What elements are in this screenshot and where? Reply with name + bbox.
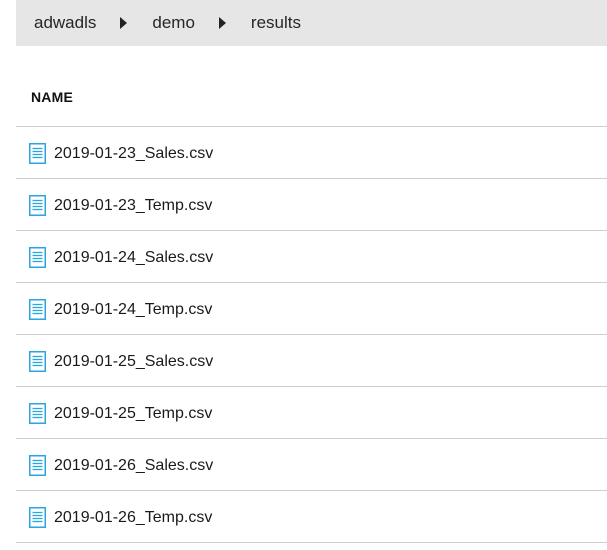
file-name[interactable]: 2019-01-24_Sales.csv bbox=[54, 249, 213, 267]
breadcrumb-item-results[interactable]: results bbox=[251, 13, 301, 33]
file-name[interactable]: 2019-01-25_Temp.csv bbox=[54, 405, 212, 423]
table-row[interactable]: 2019-01-26_Sales.csv bbox=[16, 439, 607, 491]
table-header: NAME bbox=[16, 70, 607, 127]
chevron-right-icon bbox=[218, 17, 226, 29]
file-text-icon bbox=[29, 299, 46, 320]
file-name[interactable]: 2019-01-26_Temp.csv bbox=[54, 509, 212, 527]
file-text-icon bbox=[29, 455, 46, 476]
table-row[interactable]: 2019-01-25_Sales.csv bbox=[16, 335, 607, 387]
file-name[interactable]: 2019-01-23_Temp.csv bbox=[54, 197, 212, 215]
file-text-icon bbox=[29, 143, 46, 164]
chevron-right-icon bbox=[120, 17, 128, 29]
file-text-icon bbox=[29, 247, 46, 268]
column-header-name[interactable]: NAME bbox=[31, 89, 73, 105]
breadcrumb-item-adwadls[interactable]: adwadls bbox=[34, 13, 96, 33]
table-row[interactable]: 2019-01-23_Sales.csv bbox=[16, 127, 607, 179]
table-row[interactable]: 2019-01-26_Temp.csv bbox=[16, 491, 607, 543]
breadcrumb: adwadls demo results bbox=[16, 0, 607, 46]
table-row[interactable]: 2019-01-25_Temp.csv bbox=[16, 387, 607, 439]
table-row[interactable]: 2019-01-24_Temp.csv bbox=[16, 283, 607, 335]
file-name[interactable]: 2019-01-25_Sales.csv bbox=[54, 353, 213, 371]
breadcrumb-item-demo[interactable]: demo bbox=[152, 13, 195, 33]
file-name[interactable]: 2019-01-23_Sales.csv bbox=[54, 145, 213, 163]
table-row[interactable]: 2019-01-24_Sales.csv bbox=[16, 231, 607, 283]
file-text-icon bbox=[29, 403, 46, 424]
file-name[interactable]: 2019-01-26_Sales.csv bbox=[54, 457, 213, 475]
file-text-icon bbox=[29, 351, 46, 372]
file-text-icon bbox=[29, 195, 46, 216]
file-text-icon bbox=[29, 507, 46, 528]
file-list: 2019-01-23_Sales.csv 2019-01-23_Temp.csv 2… bbox=[16, 127, 607, 543]
file-name[interactable]: 2019-01-24_Temp.csv bbox=[54, 301, 212, 319]
table-row[interactable]: 2019-01-23_Temp.csv bbox=[16, 179, 607, 231]
